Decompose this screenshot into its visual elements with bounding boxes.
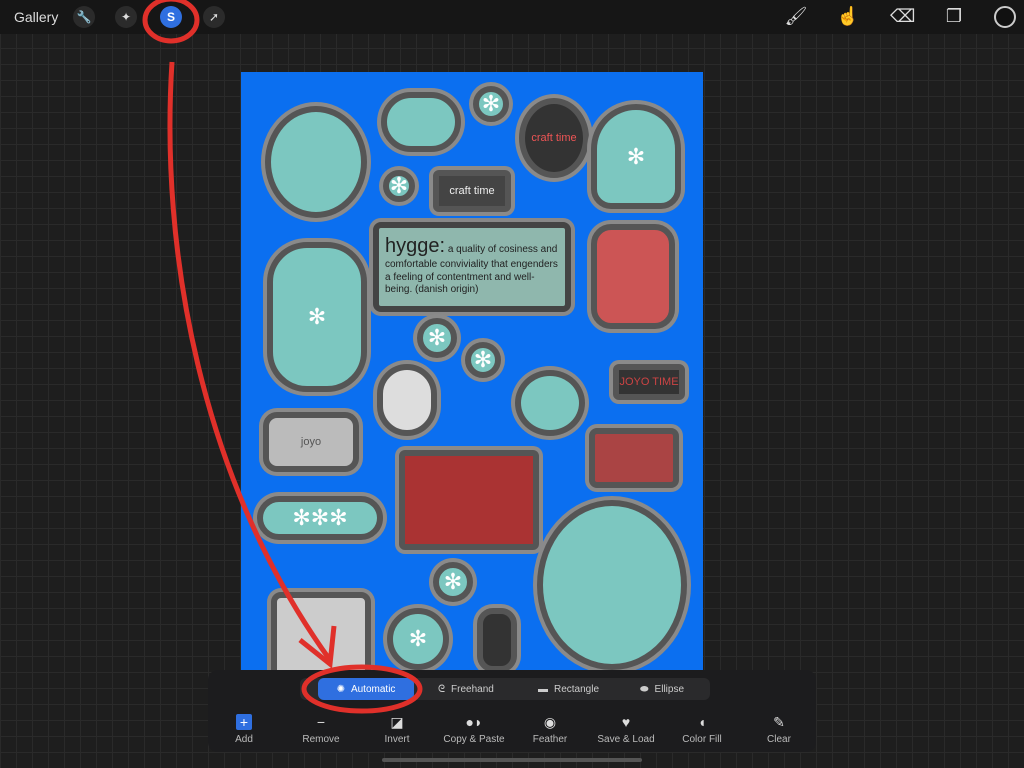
- candles-sticker: [381, 92, 461, 152]
- invert-icon: ◪: [390, 714, 404, 730]
- color-well[interactable]: [994, 6, 1016, 28]
- craft-time-sticker: craft time: [519, 98, 589, 178]
- selection-icon[interactable]: S: [160, 6, 182, 28]
- drawing-canvas[interactable]: ✻ craft time ✻ ✻ craft time hygge: a qua…: [241, 72, 703, 670]
- tool-label: Copy & Paste: [443, 734, 505, 745]
- tool-label: Clear: [767, 734, 791, 745]
- transform-arrow-icon[interactable]: ➚: [203, 6, 225, 28]
- magic-wand-icon[interactable]: ✦: [115, 6, 137, 28]
- mode-ellipse[interactable]: ⬬ Ellipse: [630, 678, 694, 700]
- fireplace-sticker: [399, 450, 539, 550]
- snowflake-sticker: ✻: [433, 562, 473, 602]
- automatic-icon: ✺: [336, 683, 345, 695]
- tool-label: Remove: [302, 734, 340, 745]
- color-fill-button[interactable]: ◖ Color Fill: [662, 714, 742, 745]
- mode-freehand[interactable]: ᘓ Freehand: [428, 678, 504, 700]
- cat-sticker: [477, 608, 517, 670]
- copy-paste-button[interactable]: ●◗ Copy & Paste: [434, 714, 514, 745]
- snowflake-sticker: ✻: [465, 342, 501, 378]
- selection-mode-bar: ✺ Automatic ᘓ Freehand ▬ Rectangle ⬬ Ellipse: [300, 678, 710, 700]
- remove-icon: −: [316, 714, 326, 730]
- hygge-word: hygge:: [385, 235, 446, 257]
- brush-icon[interactable]: 🖌: [784, 6, 808, 27]
- snow-globe-sticker: [265, 106, 367, 218]
- boots-sticker: [591, 224, 675, 329]
- house-snow-globe-sticker: [537, 500, 687, 670]
- mode-label: Ellipse: [654, 683, 685, 695]
- wrench-icon[interactable]: 🔧: [73, 6, 95, 28]
- remove-button[interactable]: − Remove: [281, 714, 361, 745]
- candle-sticker: [377, 364, 437, 436]
- mode-label: Rectangle: [554, 683, 600, 695]
- selection-tools: + Add − Remove ◪ Invert ●◗ Copy & Paste ◉ Fea…: [208, 714, 816, 750]
- invert-button[interactable]: ◪ Invert: [357, 714, 437, 745]
- craft-time-sticker: craft time: [433, 170, 511, 212]
- snowflakes-garland-sticker: ✻✻✻: [257, 496, 383, 540]
- mug-sticker: [271, 592, 371, 670]
- home-indicator[interactable]: [382, 758, 642, 762]
- heart-icon: ♥: [621, 714, 631, 730]
- copy-paste-icon: ●◗: [465, 714, 483, 730]
- clear-button[interactable]: ✎ Clear: [739, 714, 819, 745]
- freehand-icon: ᘓ: [438, 683, 446, 695]
- top-toolbar: Gallery 🔧 ✦ S ➚ 🖌 ☝ ⌫ ❐: [0, 0, 1024, 34]
- joyo-time-sticker: JOYO TIME: [613, 364, 685, 400]
- mode-label: Freehand: [451, 683, 494, 695]
- save-load-button[interactable]: ♥ Save & Load: [586, 714, 666, 745]
- tool-label: Color Fill: [682, 734, 722, 745]
- tool-label: Add: [235, 734, 253, 745]
- hygge-origin: (danish origin): [415, 284, 479, 295]
- mode-label: Automatic: [350, 683, 396, 695]
- gallery-button[interactable]: Gallery: [14, 9, 58, 25]
- rectangle-icon: ▬: [538, 683, 548, 695]
- add-icon: +: [235, 714, 253, 730]
- snowflake-sticker: ✻: [387, 608, 449, 670]
- tool-label: Save & Load: [597, 734, 655, 745]
- broom-icon: ✎: [773, 714, 785, 730]
- hygge-definition-sticker: hygge: a quality of cosiness and comfort…: [373, 222, 571, 312]
- feather-icon: ◉: [543, 714, 557, 730]
- tool-label: Invert: [384, 734, 410, 745]
- mode-rectangle[interactable]: ▬ Rectangle: [528, 678, 609, 700]
- snowflake-sticker: ✻: [473, 86, 509, 122]
- add-button[interactable]: + Add: [204, 714, 284, 745]
- joyo-sticker: joyo: [263, 412, 359, 472]
- layers-icon[interactable]: ❐: [942, 6, 966, 27]
- hat-sticker: ✻: [591, 104, 681, 209]
- snowflake-sticker: ✻: [417, 318, 457, 358]
- tool-label: Feather: [532, 734, 568, 745]
- mittens-sticker: ✻: [267, 242, 367, 392]
- eraser-icon[interactable]: ⌫: [890, 6, 915, 27]
- ellipse-icon: ⬬: [640, 683, 649, 695]
- color-fill-icon: ◖: [697, 714, 707, 730]
- feather-button[interactable]: ◉ Feather: [510, 714, 590, 745]
- yarn-sticker: [515, 370, 585, 436]
- smudge-icon[interactable]: ☝: [836, 6, 860, 27]
- snowflake-sticker: ✻: [383, 170, 415, 202]
- selection-panel: ✺ Automatic ᘓ Freehand ▬ Rectangle ⬬ Ellipse…: [208, 670, 816, 752]
- books-sticker: [589, 428, 679, 488]
- mode-automatic[interactable]: ✺ Automatic: [318, 678, 414, 700]
